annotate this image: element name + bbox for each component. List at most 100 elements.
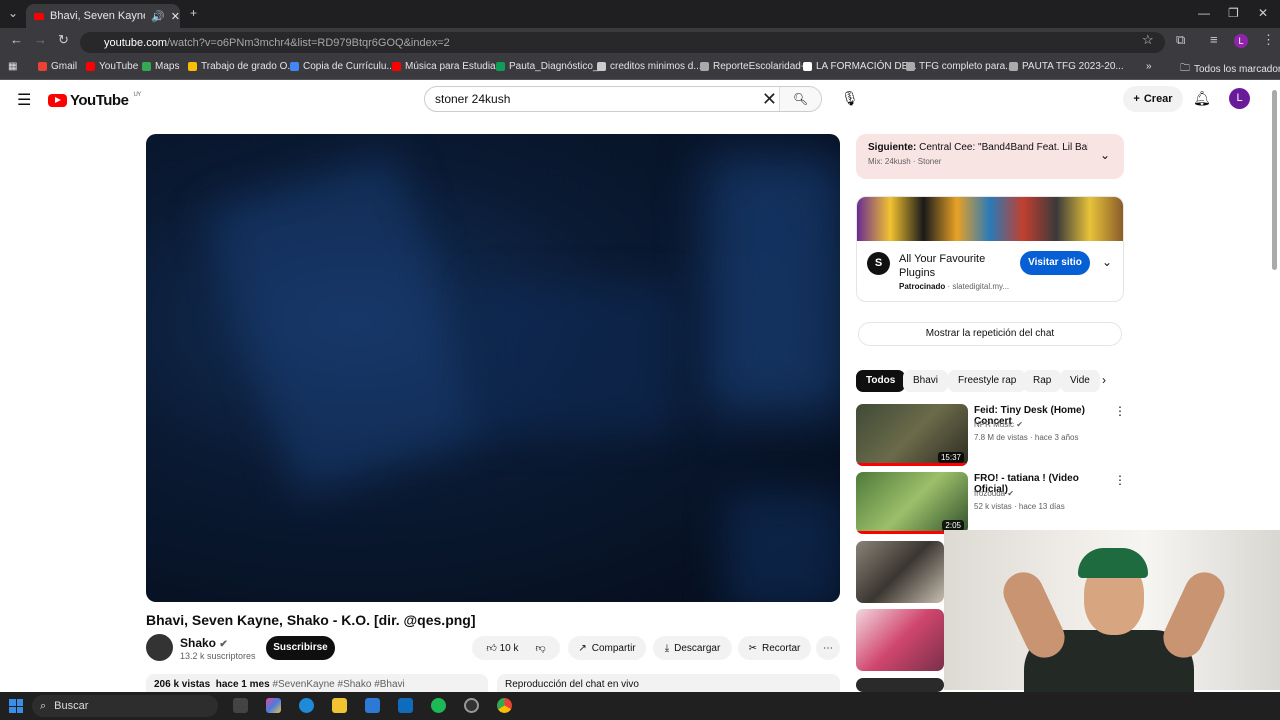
rec-channel[interactable]: NPR Music ✔ [974,420,1023,429]
ad-menu-chevron-icon[interactable]: ⌄ [1102,255,1112,269]
close-window-icon[interactable]: ✕ [1258,6,1268,20]
subscribe-button[interactable]: Suscribirse [266,636,335,660]
bookmark-item[interactable]: Música para Estudia... [392,61,504,72]
profile-avatar[interactable]: L [1234,34,1248,48]
outlook-icon[interactable] [398,698,413,713]
filter-chip[interactable]: Rap [1023,370,1062,392]
edge-icon[interactable] [299,698,314,713]
notifications-bell-icon[interactable]: 🔔︎ [1193,90,1211,107]
filter-chip[interactable]: Bhavi [903,370,949,392]
search-input[interactable]: stoner 24kush ✕ 🔍︎ [424,86,822,112]
bookmark-favicon-icon [392,62,401,71]
tab-search-icon[interactable]: ⌄ [8,6,18,20]
bookmark-item[interactable]: Copia de Currículu... [290,61,395,72]
rec-menu-icon[interactable]: ⋮ [1114,404,1126,418]
sponsored-ad[interactable]: S All Your Favourite Plugins Patrocinado… [856,196,1124,302]
show-chat-replay-button[interactable]: Mostrar la repetición del chat [858,322,1122,346]
bookmark-item[interactable]: TFG completo para... [906,61,1013,72]
download-button[interactable]: ⤓ Descargar [653,636,732,660]
bookmark-label: YouTube [99,61,139,72]
youtube-logo[interactable]: YouTube UY [48,92,141,109]
minimize-icon[interactable]: — [1198,6,1210,20]
playlist-next-panel[interactable]: Siguiente: Central Cee: "Band4Band Feat.… [856,134,1124,179]
rec-channel-name: frozouda [974,489,1006,498]
filter-chip[interactable]: Freestyle rap [948,370,1027,392]
hashtags[interactable]: #SevenKayne #Shako #Bhavi [272,679,404,690]
page-scrollbar[interactable] [1272,90,1277,270]
download-icon: ⤓ [664,642,670,654]
extensions-icon[interactable]: ⧉ [1176,32,1185,48]
create-label: Crear [1143,93,1173,105]
rec-meta: 52 k vistas · hace 13 días [974,502,1065,511]
bookmark-item[interactable]: YouTube [86,61,138,72]
taskbar-search[interactable]: ⌕ Buscar [32,695,218,717]
bookmark-favicon-icon [597,62,606,71]
copilot-icon[interactable] [266,698,281,713]
task-view-icon[interactable] [233,698,248,713]
apps-icon[interactable]: ▦ [8,61,17,72]
ad-title: All Your Favourite Plugins [899,253,986,279]
address-bar[interactable]: youtube.com/watch?v=o6PNm3mchr4&list=RD9… [80,32,1165,53]
browser-tab[interactable]: Bhavi, Seven Kayne, Shako 🔊 ✕ [26,4,180,28]
new-tab-icon[interactable]: + [190,6,197,20]
bookmark-item[interactable]: PAUTA TFG 2023-20... [1009,61,1124,72]
bookmark-item[interactable]: LA FORMACIÓN DE... [803,61,917,72]
bookmark-favicon-icon [906,62,915,71]
person-arm-shape [996,565,1072,665]
ad-sponsor-line: Patrocinado · slatedigital.my... [899,282,1009,291]
store-icon[interactable] [365,698,380,713]
bookmark-label: creditos minimos d... [610,61,702,72]
rec-channel[interactable]: frozouda ✔ [974,489,1014,498]
bookmark-item[interactable]: creditos minimos d... [597,61,702,72]
rec-thumbnail[interactable]: 2:05 [856,472,968,534]
back-icon[interactable]: ← [10,32,23,47]
bookmark-item[interactable]: Trabajo de grado O... [188,61,296,72]
bookmark-item[interactable]: ReporteEscolaridad-... [700,61,813,72]
speaker-icon[interactable]: 🔊 [151,10,165,23]
forward-icon[interactable]: → [34,32,47,47]
windows-start-icon[interactable] [9,699,23,713]
search-button[interactable]: 🔍︎ [779,87,821,111]
account-avatar[interactable]: L [1229,88,1250,109]
media-icon[interactable]: ≡ [1210,32,1218,47]
app-icon[interactable] [464,698,479,713]
chevron-down-icon[interactable]: ⌄ [1100,148,1110,162]
rec-menu-icon[interactable]: ⋮ [1114,473,1126,487]
restore-icon[interactable]: ❐ [1228,6,1239,20]
thumbs-down-icon[interactable]: 👎︎ [535,642,545,654]
bookmark-star-icon[interactable]: ☆ [1142,32,1154,48]
create-button[interactable]: + Crear [1123,86,1183,112]
visit-site-button[interactable]: Visitar sitio [1020,251,1090,275]
filter-chip[interactable]: Vide [1060,370,1100,392]
channel-avatar[interactable] [146,634,173,661]
more-bookmarks-icon[interactable]: » [1146,61,1152,72]
video-frame-shape [726,494,840,602]
more-actions-icon[interactable]: ⋯ [816,636,840,660]
rec-thumbnail[interactable]: 15:37 [856,404,968,466]
rec-thumbnail[interactable] [856,541,944,603]
file-explorer-icon[interactable] [332,698,347,713]
hamburger-menu-icon[interactable]: ☰ [17,90,31,110]
reload-icon[interactable]: ↻ [58,32,69,48]
video-player[interactable] [146,134,840,602]
browser-menu-icon[interactable]: ⋮ [1262,32,1275,48]
clip-button[interactable]: ✂ Recortar [738,636,811,660]
bookmark-item[interactable]: Maps [142,61,179,72]
close-tab-icon[interactable]: ✕ [171,10,180,23]
bookmark-item[interactable]: Gmail [38,61,77,72]
filter-chip[interactable]: Todos [856,370,906,392]
clear-search-icon[interactable]: ✕ [762,89,777,110]
next-subtitle: Mix: 24kush · Stoner [868,157,942,166]
bookmark-item[interactable]: Pauta_Diagnóstico_... [496,61,607,72]
like-button[interactable]: 👍︎ 10 k [486,642,518,654]
chrome-icon[interactable] [497,698,512,713]
browser-toolbar: ← → ↻ youtube.com/watch?v=o6PNm3mchr4&li… [0,28,1280,56]
rec-thumbnail[interactable] [856,609,944,671]
all-bookmarks[interactable]: 🗀 Todos los marcadores [1180,61,1280,78]
share-button[interactable]: ↗ Compartir [568,636,646,660]
chips-next-icon[interactable]: › [1102,373,1106,387]
channel-name[interactable]: Shako ✔ [180,636,228,650]
microphone-icon[interactable]: 🎙︎ [841,90,859,107]
spotify-icon[interactable] [431,698,446,713]
rec-thumbnail[interactable] [856,678,944,692]
